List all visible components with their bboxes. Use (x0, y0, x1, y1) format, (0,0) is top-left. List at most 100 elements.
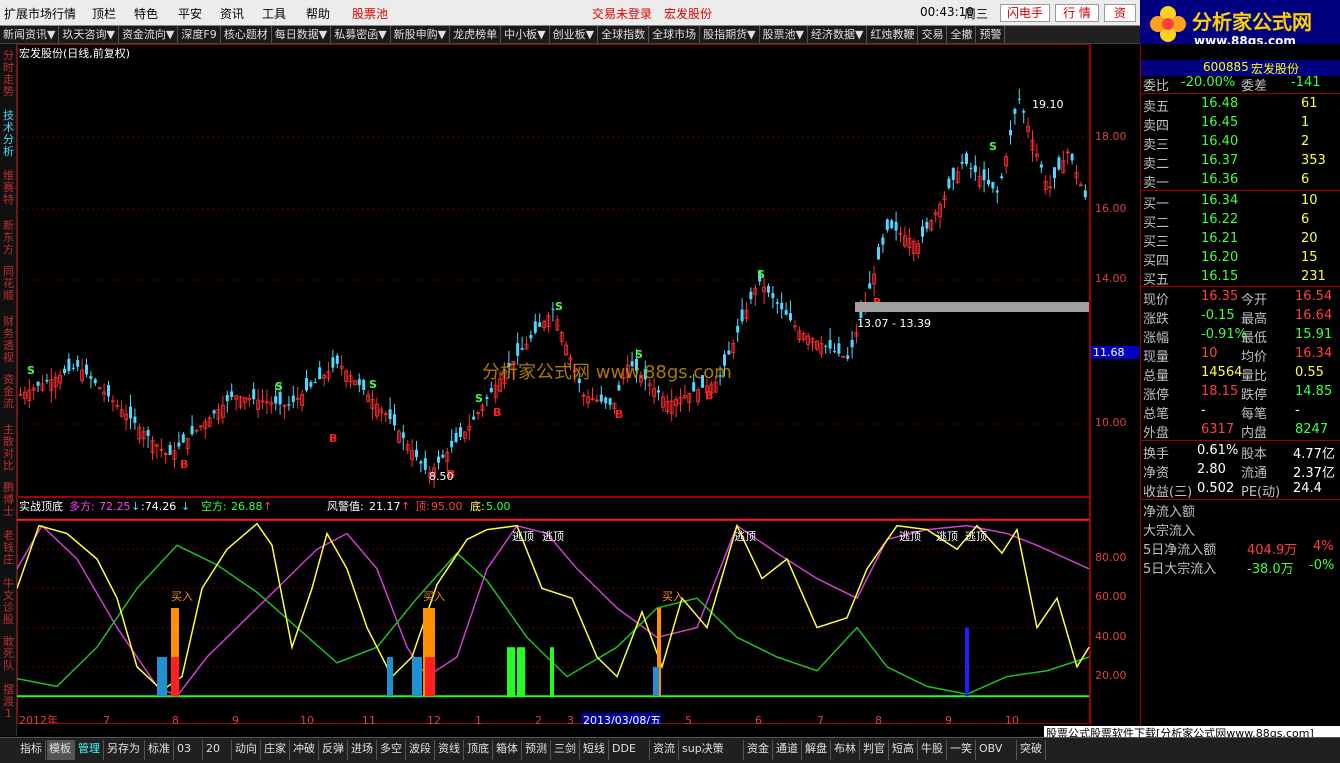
leftbar-tab-6[interactable]: 资金流 (1, 374, 16, 410)
nav-item-15[interactable]: 经济数据▼ (808, 26, 868, 43)
bottom-tab-0[interactable]: 指标 (18, 740, 46, 760)
nav-item-12[interactable]: 全球市场 (649, 26, 701, 43)
menu-stock-pool[interactable]: 股票池 (352, 5, 388, 22)
menu-special[interactable]: 特色 (134, 5, 158, 22)
ind-axis-80: 80.00 (1095, 551, 1127, 564)
bottom-tab-21[interactable]: 资流 (651, 740, 679, 760)
flow5-pct: 4% (1313, 539, 1334, 554)
leftbar-tab-4[interactable]: 同花顺 (1, 266, 16, 302)
nav-item-9[interactable]: 中小板▼ (501, 26, 550, 43)
candle-body (362, 379, 366, 391)
bottom-tab-8[interactable]: 庄家 (262, 740, 290, 760)
bottom-tab-27[interactable]: 判官 (861, 740, 889, 760)
bottom-tab-1[interactable]: 模板 (47, 740, 75, 760)
stat-label2: 每笔 (1241, 407, 1268, 422)
bottom-tab-13[interactable]: 波段 (407, 740, 435, 760)
nav-item-14[interactable]: 股票池▼ (759, 26, 809, 43)
nav-item-5[interactable]: 每日数据▼ (271, 26, 332, 43)
nav-item-19[interactable]: 预警 (976, 26, 1006, 43)
info-button[interactable]: 资 (1104, 4, 1136, 22)
low-label: 8.50 (429, 470, 454, 483)
bottom-tab-9[interactable]: 冲破 (291, 740, 319, 760)
nav-item-7[interactable]: 新股申购▼ (390, 26, 451, 43)
block-title: 大宗流入 (1143, 524, 1196, 539)
leftbar-tab-12[interactable]: 摆渡1 (1, 684, 16, 720)
leftbar-tab-5[interactable]: 财务透视 (1, 316, 16, 364)
ind-axis-40: 40.00 (1095, 630, 1127, 643)
bottom-tab-2[interactable]: 管理 (76, 740, 104, 760)
leftbar-tab-11[interactable]: 敢死队 (1, 636, 16, 672)
axis-16: 16.00 (1095, 202, 1127, 215)
nav-item-11[interactable]: 全球指数 (598, 26, 650, 43)
bottom-tab-17[interactable]: 预测 (523, 740, 551, 760)
menu-pingan[interactable]: 平安 (178, 5, 202, 22)
leftbar-tab-7[interactable]: 主散对比 (1, 424, 16, 472)
risk-arrow-icon: ↑ (401, 500, 410, 513)
block5-value: -38.0万 (1247, 562, 1294, 577)
leftbar-tab-0[interactable]: 分时走势 (1, 50, 16, 98)
bottom-tab-28[interactable]: 短高 (890, 740, 918, 760)
nav-item-17[interactable]: 交易 (918, 26, 948, 43)
bottom-tab-14[interactable]: 资线 (436, 740, 464, 760)
bottom-tab-4[interactable]: 标准 (146, 740, 174, 760)
bottom-tab-11[interactable]: 进场 (349, 740, 377, 760)
menu-news[interactable]: 资讯 (220, 5, 244, 22)
bottom-tab-19[interactable]: 短线 (581, 740, 609, 760)
bottom-tab-20[interactable]: DDE (610, 740, 650, 760)
quote-button[interactable]: 行 情 (1055, 4, 1099, 22)
bottom-tab-10[interactable]: 反弹 (320, 740, 348, 760)
leftbar-tab-1[interactable]: 技术分析 (1, 110, 16, 158)
bottom-tab-3[interactable]: 另存为 (105, 740, 145, 760)
bottom-tab-25[interactable]: 解盘 (803, 740, 831, 760)
nav-item-2[interactable]: 资金流向▼ (118, 26, 179, 43)
watermark: 分析家公式网 www.88gs.com (482, 362, 732, 383)
flash-trade-button[interactable]: 闪电手 (1000, 4, 1050, 22)
axis-10: 10.00 (1095, 416, 1127, 429)
candle-body (951, 168, 955, 180)
leftbar-tab-9[interactable]: 老钱庄 (1, 530, 16, 566)
bottom-tab-12[interactable]: 多空 (378, 740, 406, 760)
nav-item-13[interactable]: 股指期货▼ (700, 26, 760, 43)
nav-item-4[interactable]: 核心题材 (220, 26, 272, 43)
leftbar-tab-2[interactable]: 维赛特 (1, 170, 16, 206)
bottom-tab-16[interactable]: 箱体 (494, 740, 522, 760)
bottom-tab-31[interactable]: OBV (977, 740, 1017, 760)
leftbar-tab-3[interactable]: 新东方 (1, 220, 16, 256)
nav-item-1[interactable]: 玖天咨询▼ (59, 26, 119, 43)
bottom-tab-30[interactable]: 一笑 (948, 740, 976, 760)
candle-body (771, 293, 775, 299)
menu-tools[interactable]: 工具 (262, 5, 286, 22)
bottom-tab-32[interactable]: 突破 (1018, 740, 1046, 760)
bottom-tab-22[interactable]: sup决策 (680, 740, 744, 760)
candle-body (837, 343, 841, 354)
bottom-tab-29[interactable]: 牛股 (919, 740, 947, 760)
menu-extended-market[interactable]: 扩展市场行情 (4, 5, 76, 22)
buy-price: 16.22 (1201, 212, 1239, 227)
time-label: 12 (427, 714, 441, 724)
buy-marker: B (705, 389, 713, 402)
nav-item-10[interactable]: 创业板▼ (549, 26, 599, 43)
menu-help[interactable]: 帮助 (306, 5, 330, 22)
nav-item-8[interactable]: 龙虎榜单 (450, 26, 502, 43)
bottom-tab-6[interactable]: 20 (204, 740, 232, 760)
stat-value: 6317 (1201, 422, 1235, 437)
bottom-tab-23[interactable]: 资金 (745, 740, 773, 760)
chart-area[interactable]: SSSSSSSSBBBBBBB 买入买入买入逃顶逃顶逃顶逃顶逃顶逃顶 13.07… (17, 44, 1090, 724)
nav-item-0[interactable]: 新闻资讯▼ (0, 26, 60, 43)
bottom-tab-26[interactable]: 布林 (832, 740, 860, 760)
nav-item-3[interactable]: 深度F9 (178, 26, 221, 43)
bottom-tab-7[interactable]: 动向 (233, 740, 261, 760)
stat-value: 14564 (1201, 365, 1243, 380)
bottom-tab-18[interactable]: 三剑 (552, 740, 580, 760)
nav-item-16[interactable]: 红烛教鞭 (867, 26, 919, 43)
nav-item-18[interactable]: 全撤 (947, 26, 977, 43)
bottom-tab-24[interactable]: 通道 (774, 740, 802, 760)
buy-marker: B (329, 432, 337, 445)
nav-item-6[interactable]: 私募密函▼ (331, 26, 391, 43)
leftbar-tab-10[interactable]: 牛文诊股 (1, 578, 16, 626)
menu-topbar[interactable]: 顶栏 (92, 5, 116, 22)
stat-value2: 16.34 (1295, 346, 1333, 361)
leftbar-tab-8[interactable]: 鹏博士 (1, 482, 16, 518)
bottom-tab-15[interactable]: 顶底 (465, 740, 493, 760)
bottom-tab-5[interactable]: 03 (175, 740, 203, 760)
